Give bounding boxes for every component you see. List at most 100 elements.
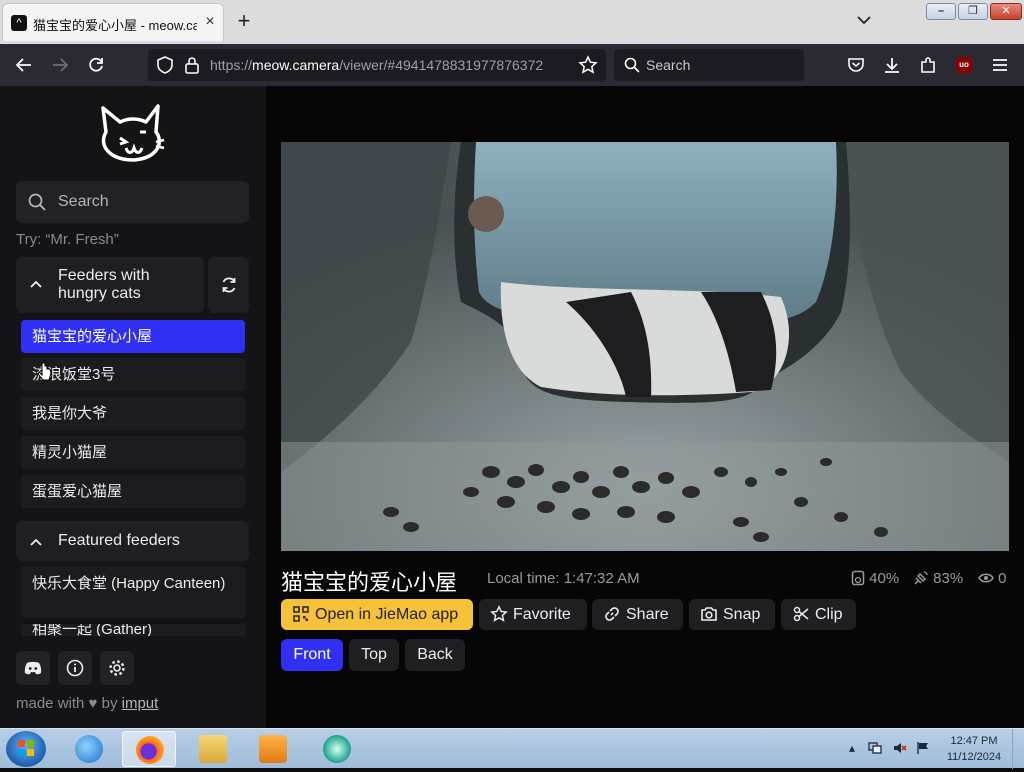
- local-time: Local time: 1:47:32 AM: [487, 570, 640, 587]
- forward-arrow-icon[interactable]: [48, 53, 72, 77]
- close-tab-icon[interactable]: ×: [201, 13, 219, 31]
- address-bar[interactable]: https://meow.camera/viewer/#494147883197…: [148, 49, 606, 81]
- bookmark-star-icon[interactable]: [578, 55, 598, 80]
- web-search-placeholder: Search: [646, 57, 691, 73]
- downloads-icon[interactable]: [880, 53, 904, 77]
- view-front-button[interactable]: Front: [281, 639, 343, 671]
- author-link[interactable]: imput: [122, 695, 159, 712]
- viewer-main: 猫宝宝的爱心小屋 Local time: 1:47:32 AM 40% 83% …: [266, 86, 1024, 728]
- favorite-button[interactable]: Favorite: [479, 599, 587, 630]
- chevron-up-icon: [30, 533, 42, 549]
- ublock-origin-icon[interactable]: uo: [952, 53, 976, 77]
- favorite-label: Favorite: [513, 606, 571, 623]
- search-icon: [28, 193, 46, 216]
- clock-time: 12:47 PM: [950, 735, 998, 747]
- discord-icon[interactable]: [16, 651, 50, 685]
- network-icon[interactable]: [868, 741, 882, 755]
- new-tab-button[interactable]: +: [232, 10, 256, 34]
- os-taskbar: ▴ 12:47 PM 11/12/2024: [0, 728, 1024, 769]
- file-explorer-icon[interactable]: [186, 731, 240, 767]
- minimize-window-button[interactable]: –: [926, 3, 956, 20]
- action-center-flag-icon[interactable]: [916, 741, 930, 755]
- section-title: Feeders with hungry cats: [58, 267, 150, 302]
- lock-icon[interactable]: [184, 56, 200, 79]
- browser-tab[interactable]: ^ 猫宝宝的爱心小屋 - meow.camera ×: [2, 3, 224, 41]
- settings-gear-icon[interactable]: [100, 651, 134, 685]
- search-icon: [624, 57, 640, 78]
- show-desktop-button[interactable]: [1012, 729, 1024, 769]
- qr-code-icon: [292, 599, 310, 630]
- media-player-icon[interactable]: [246, 731, 300, 767]
- chevron-up-icon: [30, 275, 42, 291]
- satellite-icon: [913, 570, 933, 587]
- feeder-item[interactable]: 精灵小猫屋: [21, 436, 245, 469]
- open-in-app-label: Open in JieMao app: [315, 606, 459, 623]
- search-hint: Try: “Mr. Fresh”: [16, 231, 119, 248]
- clip-button[interactable]: Clip: [781, 599, 856, 630]
- feeder-item[interactable]: 蛋蛋爱心猫屋: [21, 475, 245, 508]
- extensions-puzzle-icon[interactable]: [916, 53, 940, 77]
- featured-feeder-item[interactable]: 快乐大食堂 (Happy Canteen): [21, 567, 245, 618]
- camera-title: 猫宝宝的爱心小屋: [281, 570, 458, 595]
- browser-navbar: https://meow.camera/viewer/#494147883197…: [0, 44, 1024, 86]
- open-in-app-button[interactable]: Open in JieMao app: [281, 599, 473, 630]
- section-featured-header[interactable]: Featured feeders: [16, 521, 249, 561]
- snap-label: Snap: [723, 606, 761, 623]
- feeder-item[interactable]: 流浪饭堂3号: [21, 358, 245, 391]
- camera-video-feed[interactable]: [281, 142, 1009, 551]
- section-hungry-cats-header[interactable]: Feeders with hungry cats: [16, 257, 204, 313]
- star-icon: [490, 599, 508, 630]
- app-icon[interactable]: [310, 731, 364, 767]
- mouse-cursor-icon: [37, 362, 52, 387]
- view-top-button[interactable]: Top: [349, 639, 399, 671]
- cat-favicon-icon: ^: [11, 15, 27, 31]
- close-window-button[interactable]: ✕: [990, 3, 1022, 20]
- feeder-item[interactable]: 我是你大爷: [21, 397, 245, 430]
- back-arrow-icon[interactable]: [12, 53, 36, 77]
- eye-icon: [978, 570, 998, 587]
- food-level-stat: 40%: [851, 570, 899, 587]
- view-back-button[interactable]: Back: [405, 639, 465, 671]
- camera-icon: [700, 599, 718, 630]
- clip-label: Clip: [815, 606, 843, 623]
- web-search-bar[interactable]: Search: [614, 49, 804, 81]
- feeder-search-input[interactable]: Search: [16, 181, 249, 223]
- shield-icon[interactable]: [156, 56, 174, 79]
- scissors-icon: [792, 599, 810, 630]
- refresh-button[interactable]: [208, 257, 249, 313]
- firefox-icon[interactable]: [122, 731, 176, 767]
- list-tabs-button[interactable]: [852, 12, 876, 32]
- chevron-down-icon: [857, 16, 871, 25]
- meow-camera-logo-icon[interactable]: [98, 102, 168, 164]
- viewers-stat: 0: [978, 570, 1007, 587]
- windows-start-button[interactable]: [6, 731, 46, 767]
- share-label: Share: [626, 606, 669, 623]
- volume-muted-icon[interactable]: [893, 741, 907, 755]
- reload-icon[interactable]: [84, 53, 108, 77]
- info-icon[interactable]: [58, 651, 92, 685]
- internet-explorer-icon[interactable]: [62, 731, 116, 767]
- signal-value: 83%: [933, 570, 964, 587]
- refresh-icon: [222, 277, 235, 293]
- menu-hamburger-icon[interactable]: [988, 53, 1012, 77]
- show-hidden-icons-icon[interactable]: ▴: [845, 741, 859, 755]
- heart-icon: ♥: [88, 695, 98, 712]
- link-icon: [603, 599, 621, 630]
- snap-button[interactable]: Snap: [689, 599, 775, 630]
- restore-window-button[interactable]: ❐: [958, 3, 988, 20]
- section-title: Featured feeders: [58, 532, 180, 549]
- browser-tab-strip: ^ 猫宝宝的爱心小屋 - meow.camera × + – ❐ ✕: [0, 0, 1024, 44]
- signal-stat: 83%: [913, 570, 963, 587]
- viewers-value: 0: [998, 570, 1007, 587]
- food-container-icon: [851, 570, 869, 587]
- made-with-credit: made with ♥ by imput: [16, 695, 159, 712]
- search-placeholder: Search: [58, 193, 109, 210]
- clock-date: 11/12/2024: [946, 751, 1002, 763]
- share-button[interactable]: Share: [592, 599, 683, 630]
- system-clock[interactable]: 12:47 PM 11/12/2024: [940, 733, 1008, 765]
- feeder-item[interactable]: 猫宝宝的爱心小屋: [21, 320, 245, 353]
- pocket-icon[interactable]: [844, 53, 868, 77]
- tab-title: 猫宝宝的爱心小屋 - meow.camera: [33, 18, 197, 33]
- featured-feeder-item[interactable]: 相聚一起 (Gather): [21, 624, 245, 636]
- url-text[interactable]: https://meow.camera/viewer/#494147883197…: [210, 57, 543, 73]
